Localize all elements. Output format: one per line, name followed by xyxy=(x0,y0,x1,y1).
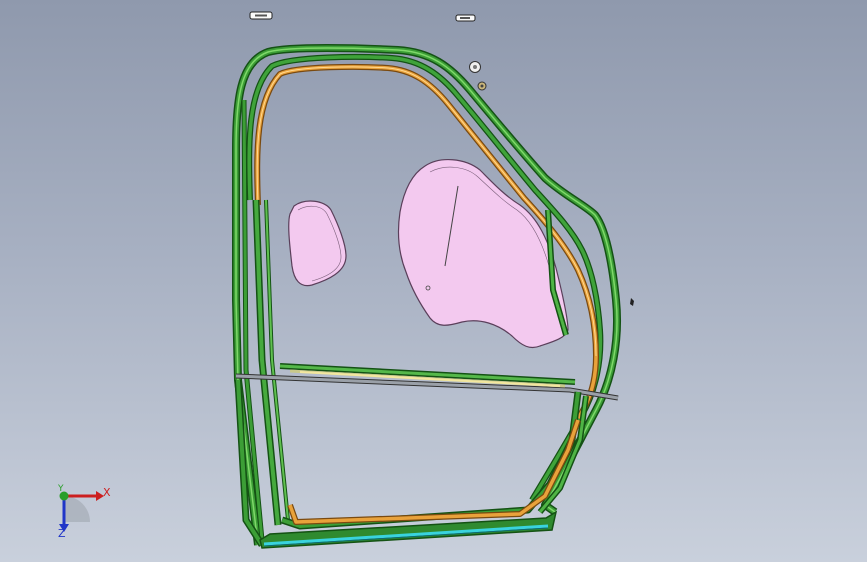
door-frame-model[interactable] xyxy=(0,0,867,562)
lower-seal-orange[interactable] xyxy=(287,419,581,525)
small-clip-right[interactable] xyxy=(630,298,634,306)
triad-y-label: Y xyxy=(58,484,64,494)
washer-part[interactable] xyxy=(469,61,481,73)
triad-z-label: Z xyxy=(58,527,66,540)
top-clip-left[interactable] xyxy=(249,11,273,20)
graphics-viewport[interactable]: X Z Y xyxy=(0,0,867,562)
pink-panel-large[interactable] xyxy=(397,159,569,349)
coordinate-triad-icon xyxy=(59,491,104,532)
belt-line-strip[interactable] xyxy=(235,363,619,401)
top-clip-right[interactable] xyxy=(455,14,476,22)
pink-panel-small[interactable] xyxy=(288,200,347,287)
triad-x-label: X xyxy=(103,486,111,499)
bolt-part[interactable] xyxy=(477,81,487,91)
